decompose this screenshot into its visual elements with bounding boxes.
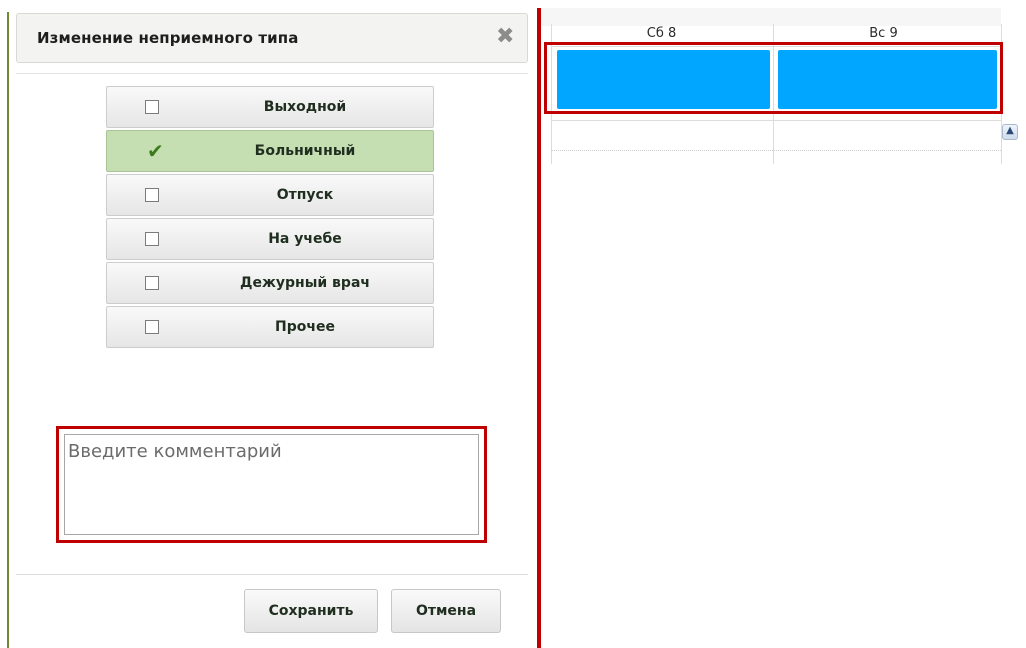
comment-highlight (56, 426, 487, 543)
row-separator-dotted (551, 150, 1001, 152)
footer-divider (16, 574, 528, 575)
close-icon[interactable]: ✖ (496, 26, 514, 48)
type-option-label: Выходной (263, 99, 347, 115)
checkmark-icon: ✔ (147, 139, 164, 163)
type-option-label: Отпуск (276, 187, 334, 203)
checkbox-icon (145, 188, 159, 202)
type-list: Выходной ✔ Больничный Отпуск На учебе Де… (106, 86, 436, 350)
type-option-dezhurny-vrach[interactable]: Дежурный врач (106, 262, 434, 304)
selection-highlight (544, 42, 1003, 114)
dialog-header: Изменение неприемного типа ✖ (16, 13, 528, 63)
type-option-label: Дежурный врач (240, 275, 370, 291)
comment-input[interactable] (64, 434, 479, 535)
change-type-dialog: Изменение неприемного типа ✖ Выходной ✔ … (0, 0, 537, 648)
type-option-bolnichny[interactable]: ✔ Больничный (106, 130, 434, 172)
type-option-label: Прочее (275, 319, 335, 335)
checkbox-icon (145, 276, 159, 290)
type-option-vyhodnoy[interactable]: Выходной (106, 86, 434, 128)
save-button[interactable]: Сохранить (244, 589, 378, 633)
type-option-na-uchebe[interactable]: На учебе (106, 218, 434, 260)
checkbox-icon (145, 100, 159, 114)
checkbox-icon (145, 232, 159, 246)
type-option-label: Больничный (254, 143, 356, 159)
type-option-otpusk[interactable]: Отпуск (106, 174, 434, 216)
chevron-up-icon[interactable]: ▲ (1002, 124, 1018, 140)
dialog-left-border (7, 12, 9, 648)
type-option-label: На учебе (268, 231, 342, 247)
row-separator (551, 120, 1001, 121)
checkbox-icon (145, 320, 159, 334)
type-option-prochee[interactable]: Прочее (106, 306, 434, 348)
cancel-button[interactable]: Отмена (391, 589, 501, 633)
schedule-calendar: Сб 8 Вс 9 ▲ (541, 0, 1026, 648)
header-divider (16, 73, 528, 74)
dialog-title: Изменение неприемного типа (37, 29, 299, 47)
